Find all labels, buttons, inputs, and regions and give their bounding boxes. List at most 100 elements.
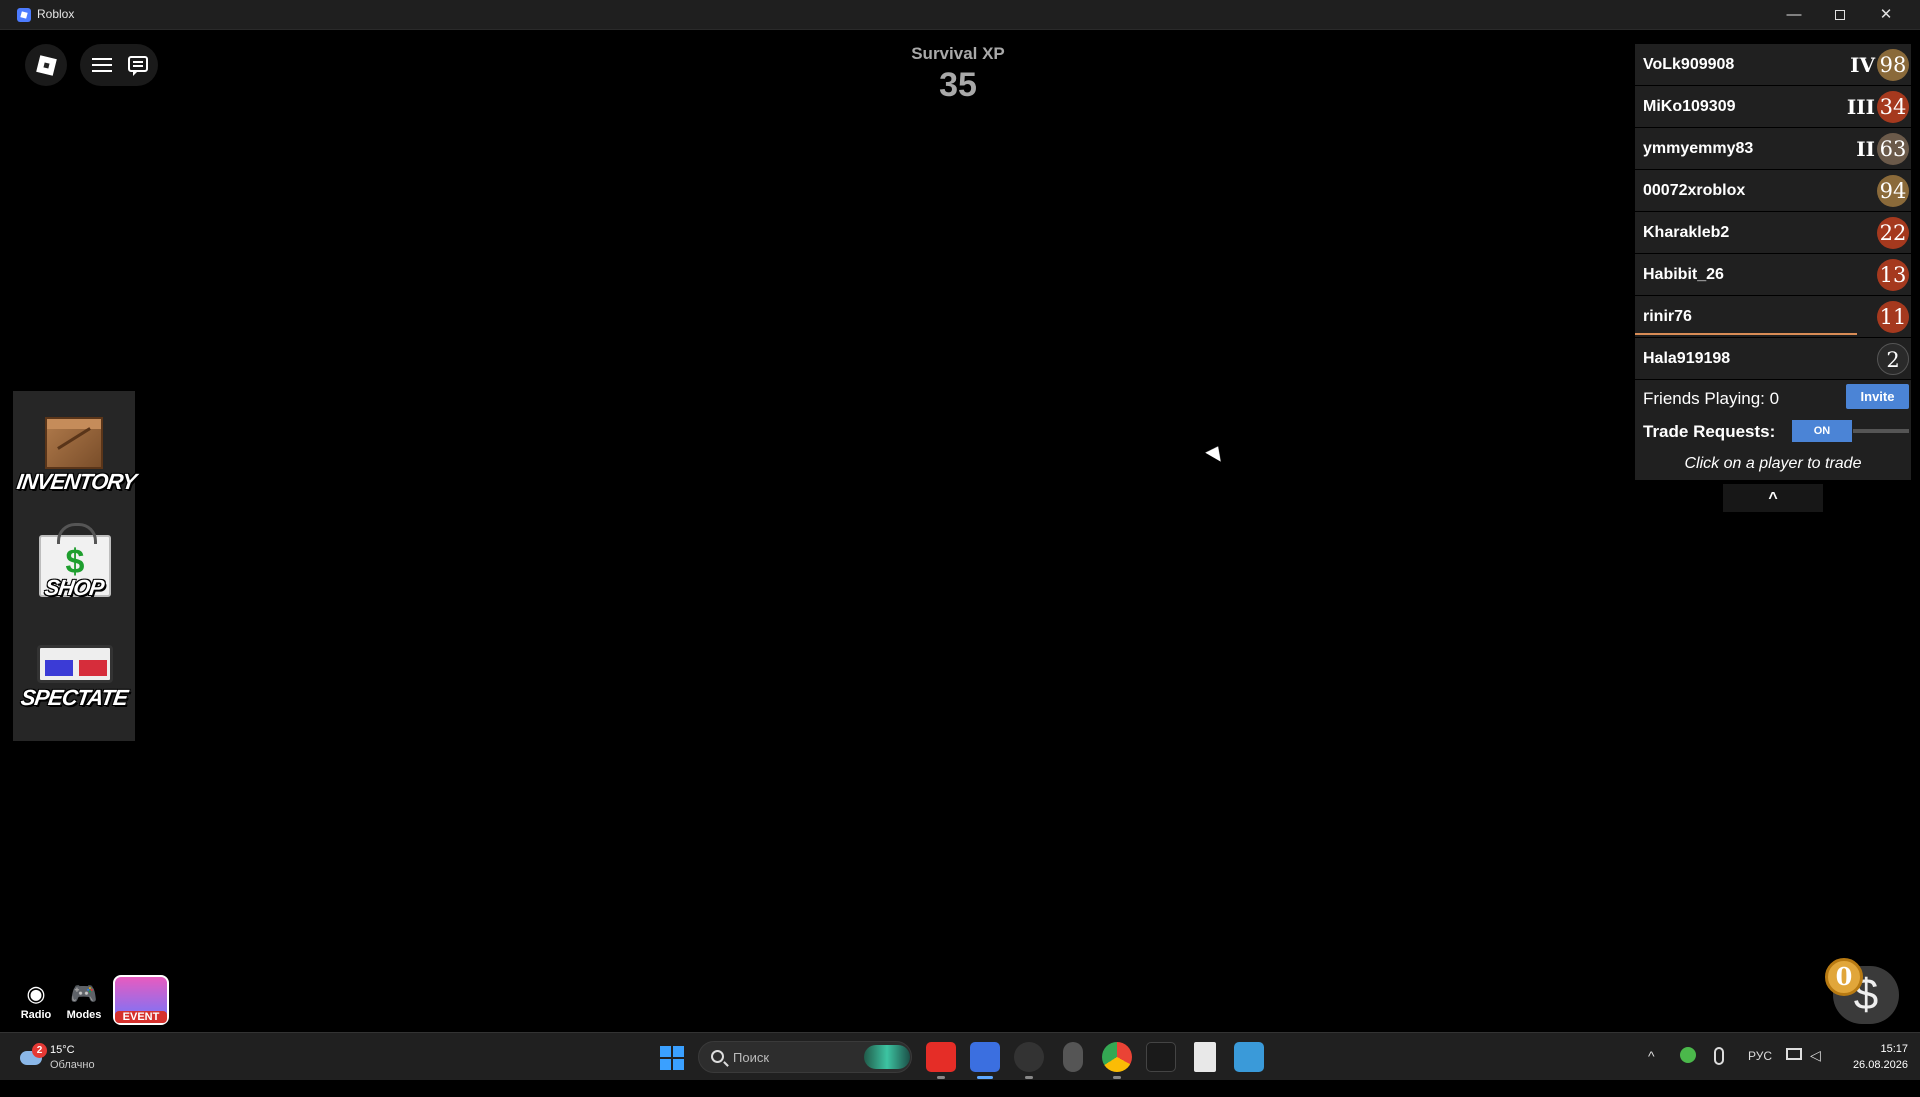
player-name: Hala919198 [1643,350,1731,367]
start-button[interactable] [660,1046,684,1070]
mouse-app-icon[interactable] [1063,1042,1083,1072]
hamburger-menu-icon[interactable] [92,58,112,72]
topbar-menu-group [80,44,158,86]
clock-date: 26.08.2026 [1852,1059,1908,1071]
player-name: Kharakleb2 [1643,224,1730,241]
survival-xp-label: Survival XP [911,44,1005,63]
modes-button[interactable]: 🎮 Modes [64,981,104,1023]
roblox-app-icon [17,8,31,22]
player-leaderboard: VoLk909908 IV 98 MiKo109309 III 34 ymmye… [1635,44,1911,512]
player-name: VoLk909908 [1643,56,1735,73]
search-highlight-image [864,1045,910,1069]
tray-app-icon[interactable] [1680,1047,1696,1063]
shop-label: SHOP [43,575,105,600]
search-icon [711,1050,724,1063]
network-icon[interactable] [1786,1048,1802,1060]
notification-badge: 2 [32,1043,47,1058]
player-level-badge: 11 [1877,301,1909,333]
chat-icon[interactable] [128,56,148,76]
player-level-badge: 2 [1877,343,1909,375]
inventory-button[interactable]: INVENTORY [13,397,138,507]
player-row-local[interactable]: rinir76 11 [1635,296,1911,338]
toggle-track[interactable] [1853,429,1909,433]
player-row[interactable]: Kharakleb2 22 [1635,212,1911,254]
youtube-app-icon[interactable] [926,1042,956,1079]
player-name: ymmyemmy83 [1643,140,1754,157]
gamepad-icon: 🎮 [70,981,98,1006]
windows-taskbar: 2 15°C Облачно Поиск ^ РУС ◁ 15:17 26.08… [0,1032,1920,1080]
g-app-icon[interactable] [1234,1042,1264,1072]
taskbar-search[interactable]: Поиск [698,1041,912,1073]
taskbar-clock[interactable]: 15:17 26.08.2026 [1838,1041,1908,1073]
player-level-badge: 34 [1877,91,1909,123]
friends-playing-text: Friends Playing: 0 [1643,389,1780,408]
microphone-icon[interactable] [1714,1047,1724,1065]
radio-label: Radio [20,1009,52,1021]
maximize-icon [1835,10,1845,21]
event-label: EVENT [115,1011,167,1023]
coin-count: 0 [1825,958,1863,996]
player-name: rinir76 [1643,308,1692,325]
player-level-badge: 63 [1877,133,1909,165]
close-button[interactable]: ✕ [1863,0,1909,30]
minimize-button[interactable]: — [1771,0,1817,30]
maximize-button[interactable] [1817,0,1863,30]
xp-progress-bar [1635,333,1857,335]
currency-display[interactable]: $ 0 [1825,936,1903,1026]
3d-glasses-icon [37,645,113,683]
player-rank: III [1846,95,1875,119]
volume-icon[interactable]: ◁ [1810,1047,1821,1095]
player-name: 00072xroblox [1643,182,1746,199]
window-titlebar: Roblox — ✕ [0,0,1920,30]
radio-icon: ◉ [26,981,46,1006]
inventory-label: INVENTORY [15,469,138,494]
player-level-badge: 22 [1877,217,1909,249]
event-button[interactable]: EVENT [113,975,169,1025]
tray-overflow-button[interactable]: ^ [1648,1048,1655,1096]
windows-logo-icon [660,1046,671,1057]
player-row[interactable]: Hala919198 2 [1635,338,1911,380]
roblox-logo-icon [36,55,57,76]
weather-description: Облачно [50,1059,95,1071]
roblox-app-taskbar-icon[interactable] [970,1042,1000,1079]
search-placeholder: Поиск [733,1050,770,1065]
shop-button[interactable]: $ SHOP [13,513,135,623]
player-row[interactable]: VoLk909908 IV 98 [1635,44,1911,86]
weather-widget[interactable]: 2 15°C Облачно [14,1041,134,1075]
trade-hint-row: Click on a player to trade [1635,448,1911,480]
file-icon[interactable] [1194,1042,1216,1072]
language-indicator[interactable]: РУС [1748,1049,1772,1097]
player-name: Habibit_26 [1643,266,1724,283]
mouse-cursor-icon [1205,442,1227,462]
radio-button[interactable]: ◉ Radio [16,981,56,1023]
survival-xp-value: 35 [939,66,977,104]
invite-button[interactable]: Invite [1846,384,1909,409]
friends-playing-row: Friends Playing: 0 Invite [1635,380,1911,414]
player-row[interactable]: Habibit_26 13 [1635,254,1911,296]
capcut-icon[interactable] [1146,1042,1176,1072]
trade-requests-label: Trade Requests: [1643,422,1776,441]
window-title: Roblox [37,7,75,21]
player-level-badge: 94 [1877,175,1909,207]
game-viewport[interactable]: Survival XP 35 INVENTORY $ SHOP SPECTATE… [8,31,1912,1031]
clock-time: 15:17 [1880,1043,1908,1055]
player-level-badge: 98 [1877,49,1909,81]
crate-icon [45,417,103,469]
trade-requests-row: Trade Requests: ON [1635,414,1911,448]
red-lens [79,660,107,676]
player-rank: IV [1850,53,1875,77]
chrome-icon[interactable] [1102,1042,1132,1079]
spectate-button[interactable]: SPECTATE [13,629,135,739]
player-rank: II [1856,137,1875,161]
player-row[interactable]: 00072xroblox 94 [1635,170,1911,212]
player-row[interactable]: MiKo109309 III 34 [1635,86,1911,128]
roblox-menu-button[interactable] [25,44,67,86]
spectate-label: SPECTATE [19,685,129,710]
player-row[interactable]: ymmyemmy83 II 63 [1635,128,1911,170]
temperature: 15°C [50,1044,75,1056]
modes-label: Modes [66,1009,102,1021]
trade-requests-toggle[interactable]: ON [1792,420,1852,442]
collapse-leaderboard-button[interactable]: ^ [1723,484,1823,512]
app-icon[interactable] [1014,1042,1044,1079]
side-menu: INVENTORY $ SHOP SPECTATE [13,391,138,741]
